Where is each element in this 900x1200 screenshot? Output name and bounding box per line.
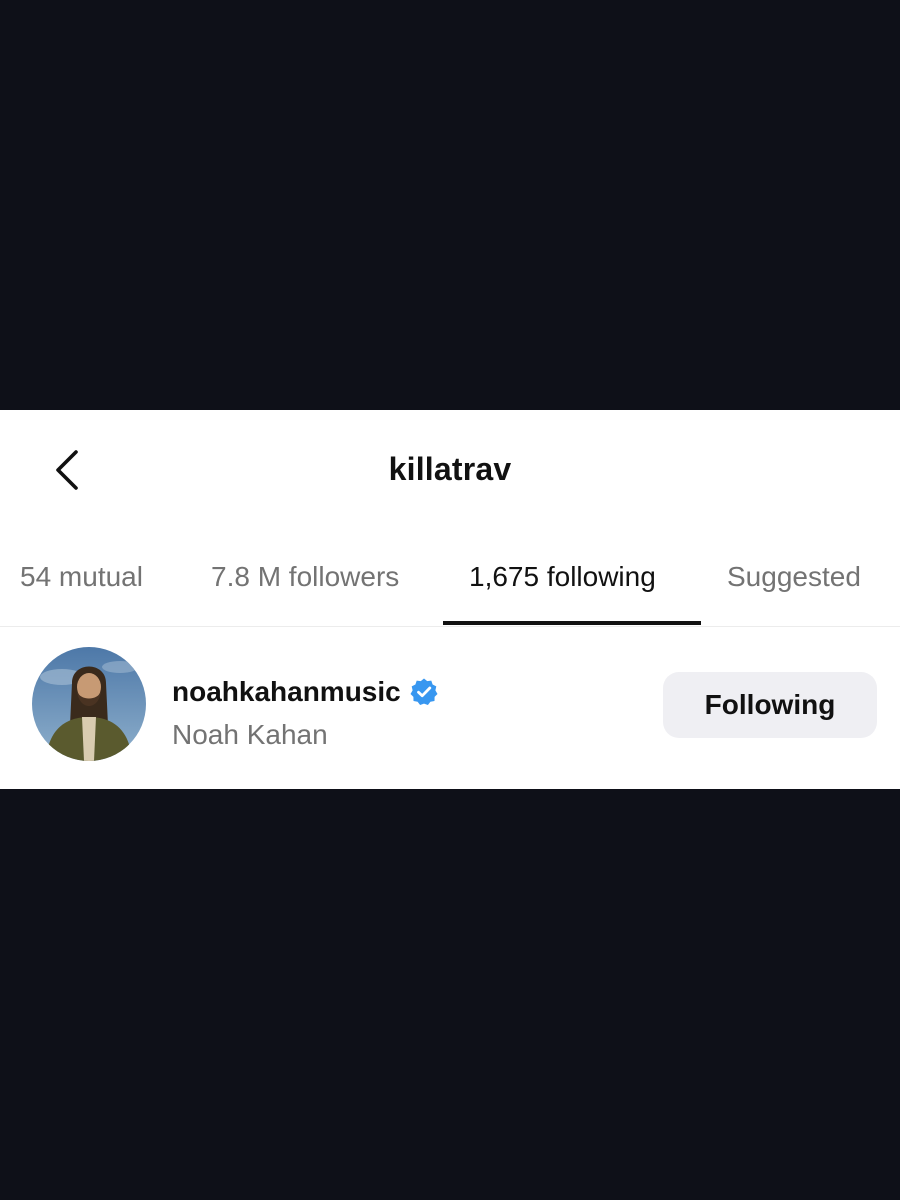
verified-badge-icon [409,677,439,707]
username: noahkahanmusic [172,676,401,707]
list-item[interactable]: noahkahanmusic Noah Kahan Following [0,627,900,789]
avatar[interactable] [32,647,146,761]
screen: killatrav 54 mutual 7.8 M followers 1,67… [0,0,900,1200]
full-name: Noah Kahan [172,719,328,750]
tab-bar: 54 mutual 7.8 M followers 1,675 followin… [0,528,900,627]
tab-mutual[interactable]: 54 mutual [20,561,143,593]
username-link[interactable]: noahkahanmusic [172,676,439,708]
active-tab-indicator [443,621,701,625]
top-bar: killatrav [0,410,900,528]
tab-followers[interactable]: 7.8 M followers [211,561,399,593]
profile-username-title: killatrav [388,451,512,487]
tab-following[interactable]: 1,675 following [469,561,656,593]
following-list-panel: killatrav 54 mutual 7.8 M followers 1,67… [0,410,900,789]
tab-suggested[interactable]: Suggested [727,561,861,593]
following-button[interactable]: Following [663,672,877,738]
